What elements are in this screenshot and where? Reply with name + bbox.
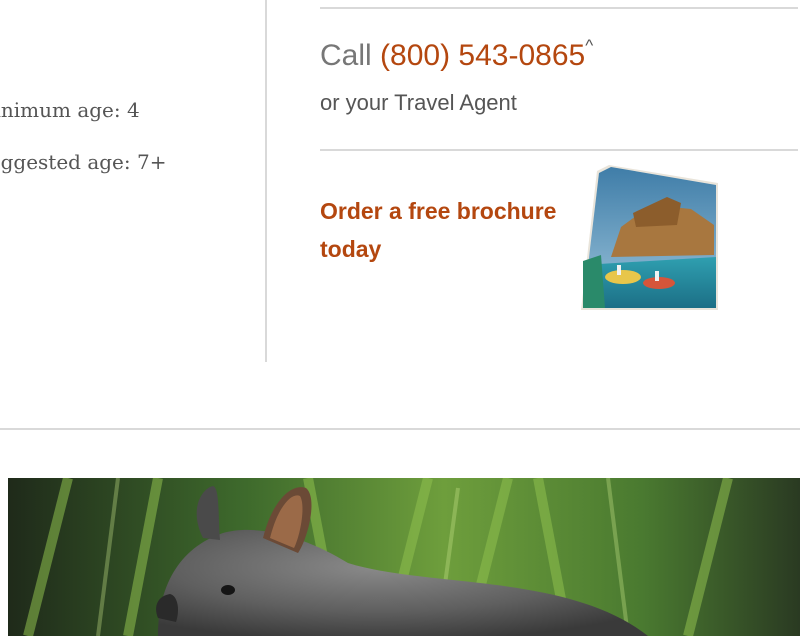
contact-column: Call (800) 543-0865^ or your Travel Agen… [320,0,798,362]
phone-link[interactable]: (800) 543-0865 [380,39,585,72]
trip-details-column: Minimum age: 4 Suggested age: 7+ [0,0,267,362]
middle-divider [320,149,798,151]
minimum-age-text: Minimum age: 4 [0,98,140,122]
hero-image [8,478,800,636]
top-divider [320,7,798,9]
travel-agent-text: or your Travel Agent [320,90,517,115]
suggested-age-text: Suggested age: 7+ [0,150,167,174]
phone-footnote-marker: ^ [585,36,594,55]
order-brochure-link[interactable]: Order a free brochure today [320,192,565,268]
wallaby-photo-icon [8,478,800,636]
brochure-catalog-image-icon [581,165,718,310]
call-label: Call [320,39,372,72]
section-divider [0,428,800,430]
brochure-image[interactable] [581,165,718,310]
call-line: Call (800) 543-0865^ [320,36,593,73]
